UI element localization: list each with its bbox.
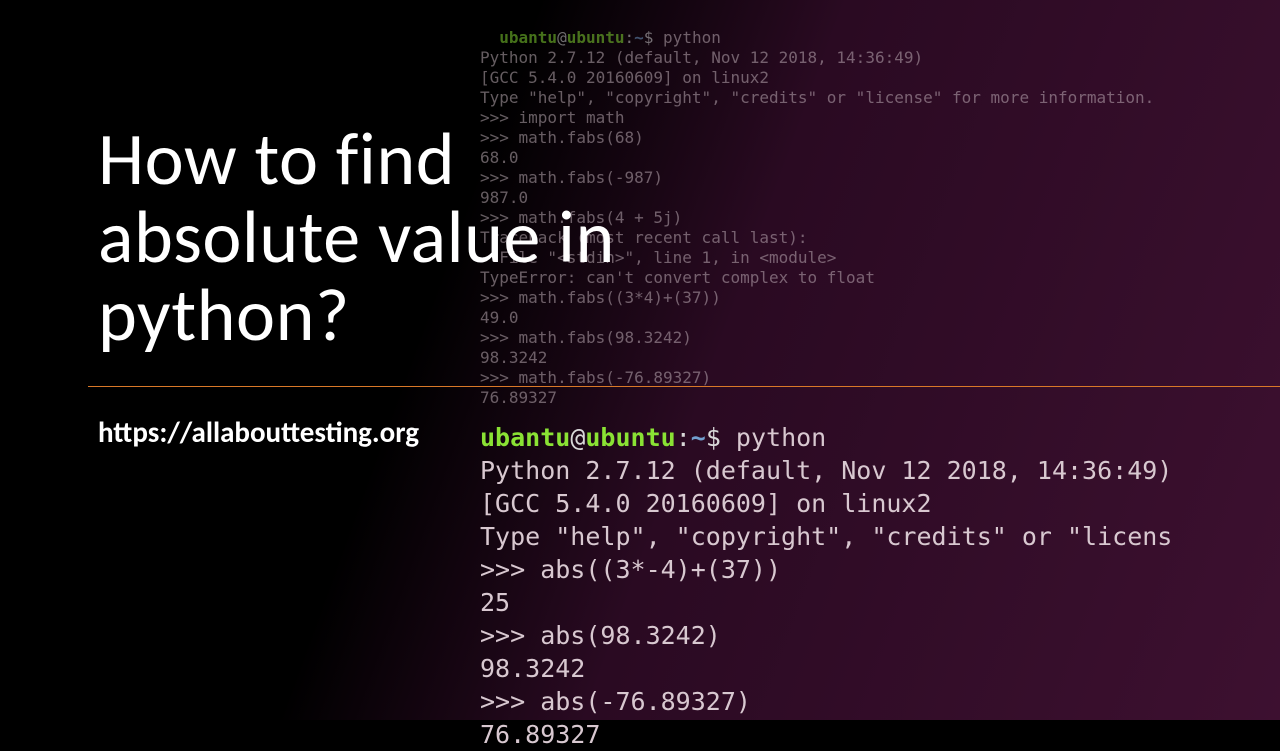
prompt-host: ubuntu [585,423,675,452]
terminal-line: 98.3242 [480,654,585,683]
terminal-line: >>> abs((3*-4)+(37)) [480,555,781,584]
terminal-line: Python 2.7.12 (default, Nov 12 2018, 14:… [480,48,923,67]
prompt-host: ubuntu [567,28,625,47]
terminal-line: >>> abs(-76.89327) [480,687,751,716]
terminal-line: >>> abs(98.3242) [480,621,721,650]
terminal-line: Type "help", "copyright", "credits" or "… [480,522,1172,551]
source-url: https://allabouttesting.org [98,414,419,450]
terminal-line: 76.89327 [480,720,600,749]
page-title: How to findabsolute value inpython? [98,120,615,354]
divider-line [88,386,1280,387]
prompt-user: ubantu [480,423,570,452]
terminal-output-bottom: ubantu@ubuntu:~$ python Python 2.7.12 (d… [480,388,1172,751]
terminal-line: Python 2.7.12 (default, Nov 12 2018, 14:… [480,456,1172,485]
terminal-line: Type "help", "copyright", "credits" or "… [480,88,1154,107]
terminal-line: [GCC 5.4.0 20160609] on linux2 [480,489,932,518]
terminal-line: [GCC 5.4.0 20160609] on linux2 [480,68,769,87]
terminal-line: 25 [480,588,510,617]
prompt-user: ubantu [499,28,557,47]
terminal-line: >>> math.fabs(-76.89327) [480,368,711,387]
